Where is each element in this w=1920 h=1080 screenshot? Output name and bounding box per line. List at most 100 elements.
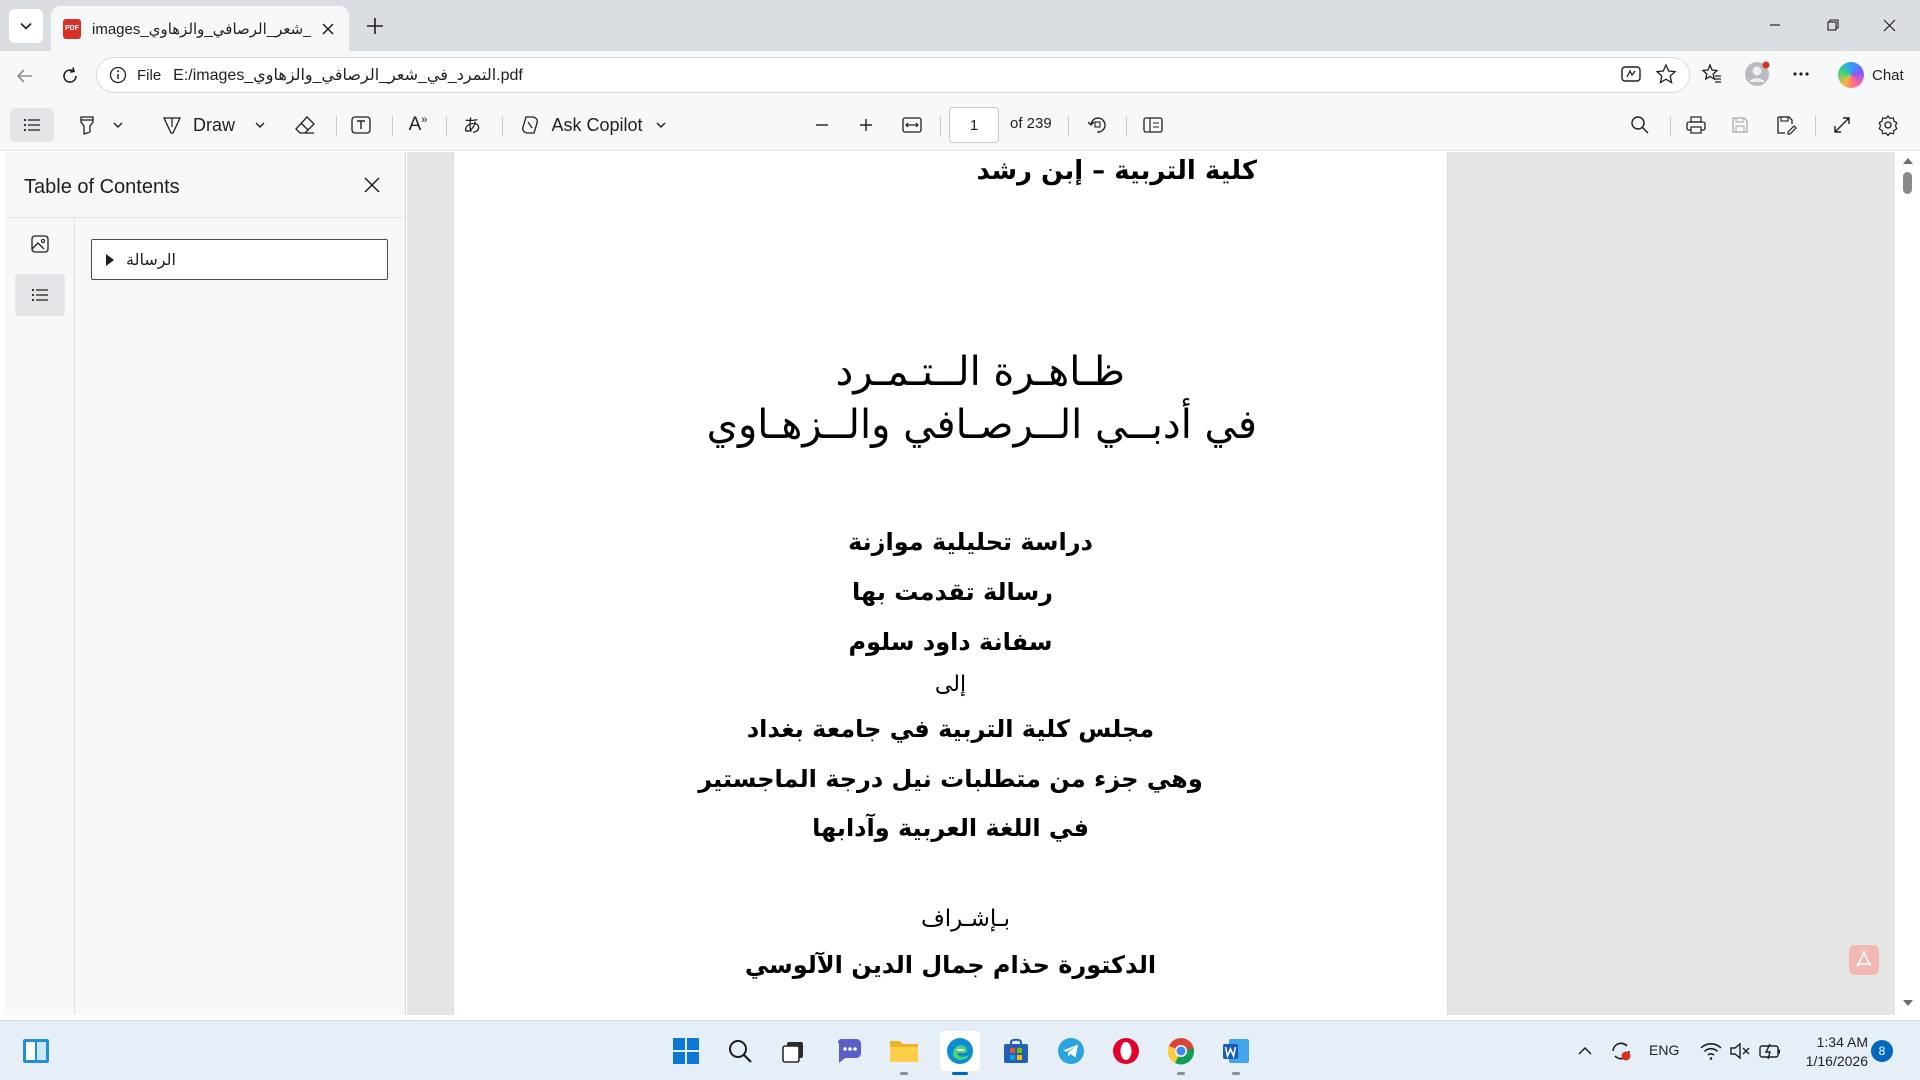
- zoom-in-button[interactable]: [851, 108, 881, 142]
- find-button[interactable]: [1622, 108, 1658, 142]
- task-view-button[interactable]: [773, 1031, 813, 1071]
- print-button[interactable]: [1678, 108, 1714, 142]
- task-view-icon: [782, 1042, 803, 1063]
- translate-button[interactable]: あ: [456, 108, 488, 142]
- volume-tray-button[interactable]: [1724, 1031, 1756, 1071]
- eraser-icon: [295, 116, 315, 134]
- doc-degree-line: وهي جزء من متطلبات نيل درجة الماجستير: [698, 765, 1203, 793]
- back-button[interactable]: [8, 59, 42, 93]
- clock[interactable]: 1:34 AM 1/16/2026: [1798, 1033, 1868, 1071]
- tab-active[interactable]: PDF images_التمرد_في_شعر_الرصافي_والزهاو…: [51, 6, 349, 51]
- clock-time: 1:34 AM: [1816, 1034, 1868, 1050]
- word-taskbar-button[interactable]: [1216, 1031, 1256, 1075]
- translate-icon: あ: [463, 116, 481, 136]
- list-icon: [31, 288, 48, 302]
- store-taskbar-button[interactable]: [996, 1031, 1036, 1071]
- fit-to-width-button[interactable]: [896, 108, 928, 142]
- restore-button[interactable]: [1810, 8, 1856, 42]
- arrow-left-icon: [16, 69, 32, 83]
- draw-label: Draw: [192, 114, 235, 135]
- chrome-taskbar-button[interactable]: [1161, 1031, 1201, 1075]
- read-aloud-button[interactable]: A»: [402, 108, 434, 142]
- save-as-button[interactable]: [1768, 108, 1804, 142]
- refresh-button[interactable]: [53, 59, 87, 93]
- restore-icon: [1827, 19, 1839, 31]
- language-indicator[interactable]: ENG: [1649, 1042, 1679, 1058]
- more-options-icon[interactable]: [1787, 60, 1815, 88]
- scroll-thumb[interactable]: [1903, 172, 1912, 194]
- toolbar-divider: [1126, 116, 1127, 136]
- scroll-up-arrow-icon[interactable]: [1903, 158, 1913, 164]
- scroll-down-arrow-icon[interactable]: [1903, 1000, 1913, 1006]
- opera-taskbar-button[interactable]: [1106, 1031, 1146, 1071]
- zoom-out-button[interactable]: [807, 108, 837, 142]
- tab-actions-menu-button[interactable]: [9, 9, 43, 43]
- doc-line-submitted: رسالة تقدمت بها: [852, 578, 1053, 606]
- running-indicator: [952, 1072, 968, 1075]
- page-number-input[interactable]: 1: [949, 107, 999, 143]
- show-hidden-icons-button[interactable]: [1570, 1031, 1600, 1071]
- minimize-icon: [1770, 24, 1780, 26]
- pdf-settings-button[interactable]: [1870, 108, 1906, 142]
- immersive-reader-icon[interactable]: [1617, 60, 1645, 88]
- battery-tray-button[interactable]: [1754, 1031, 1788, 1071]
- page-view-button[interactable]: [1137, 108, 1169, 142]
- edge-taskbar-button[interactable]: [940, 1031, 980, 1075]
- telegram-taskbar-button[interactable]: [1051, 1031, 1091, 1071]
- wifi-tray-button[interactable]: [1695, 1031, 1727, 1071]
- tab-close-button[interactable]: [319, 20, 337, 38]
- favorites-icon[interactable]: [1698, 60, 1726, 88]
- save-as-icon: [1777, 116, 1797, 135]
- close-icon: [322, 22, 334, 35]
- add-text-button[interactable]: [346, 108, 376, 142]
- rotate-button[interactable]: [1081, 108, 1113, 142]
- close-pane-button[interactable]: [357, 170, 387, 200]
- address-bar[interactable]: File E:/images_التمرد_في_شعر_الرصافي_وال…: [96, 57, 1690, 93]
- vertical-scrollbar[interactable]: [1895, 152, 1920, 1015]
- profile-avatar[interactable]: [1743, 60, 1771, 88]
- rotate-icon: [1087, 117, 1106, 133]
- search-taskbar-button[interactable]: [720, 1031, 760, 1071]
- notification-badge[interactable]: 8: [1871, 1040, 1893, 1062]
- document-viewport[interactable]: كلية التربية – إبن رشد ظـاهـرة الــتـمـر…: [407, 152, 1895, 1015]
- toolbar-divider: [336, 116, 337, 136]
- highlight-button[interactable]: [72, 108, 102, 142]
- toc-item[interactable]: الرسالة: [91, 239, 388, 280]
- sync-tray-button[interactable]: [1604, 1031, 1638, 1071]
- widgets-button[interactable]: [16, 1031, 56, 1071]
- table-of-contents-button[interactable]: [10, 108, 54, 142]
- store-icon: [1004, 1038, 1028, 1063]
- draw-options-button[interactable]: [250, 108, 270, 142]
- address-bar-row: File E:/images_التمرد_في_شعر_الرصافي_وال…: [0, 51, 1920, 99]
- list-icon: [23, 118, 40, 132]
- full-screen-button[interactable]: [1824, 108, 1860, 142]
- close-window-button[interactable]: [1866, 8, 1912, 42]
- save-button[interactable]: [1722, 108, 1758, 142]
- ask-copilot-button[interactable]: Ask Copilot: [518, 108, 668, 142]
- read-aloud-icon: A: [408, 114, 422, 135]
- new-tab-button[interactable]: [360, 11, 390, 41]
- outline-button[interactable]: [15, 274, 65, 316]
- info-icon[interactable]: [109, 66, 127, 84]
- caret-right-icon[interactable]: [106, 253, 114, 266]
- save-icon: [1732, 117, 1748, 133]
- url-text[interactable]: E:/images_التمرد_في_شعر_الرصافي_والزهاوي…: [173, 65, 523, 85]
- gear-icon: [1878, 115, 1898, 136]
- image-icon: [31, 235, 49, 253]
- highlight-options-button[interactable]: [108, 108, 128, 142]
- thumbnails-button[interactable]: [15, 223, 65, 265]
- pane-title: Table of Contents: [24, 176, 180, 198]
- start-button[interactable]: [666, 1031, 706, 1071]
- file-explorer-taskbar-button[interactable]: [884, 1031, 924, 1075]
- favorite-star-icon[interactable]: [1652, 60, 1680, 88]
- doc-field-line: في اللغة العربية وآدابها: [812, 814, 1089, 842]
- running-indicator: [1177, 1072, 1185, 1075]
- draw-button[interactable]: Draw: [156, 108, 240, 142]
- toolbar-divider: [446, 116, 447, 136]
- page-count-label: of 239: [1010, 115, 1052, 132]
- copilot-chat-button[interactable]: Chat: [1832, 57, 1916, 93]
- acrobat-icon[interactable]: [1849, 945, 1879, 975]
- minimize-button[interactable]: [1752, 8, 1798, 42]
- erase-button[interactable]: [290, 108, 320, 142]
- teams-chat-taskbar-button[interactable]: [829, 1031, 869, 1071]
